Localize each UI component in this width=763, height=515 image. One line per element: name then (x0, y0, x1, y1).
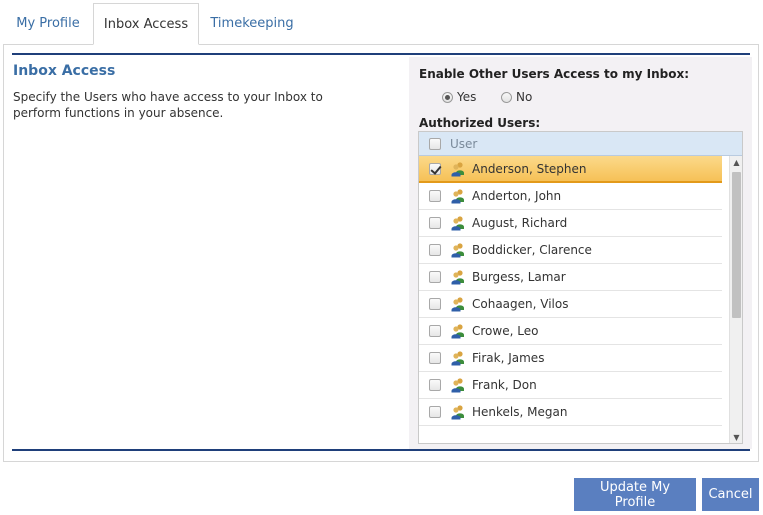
radio-no-label: No (516, 90, 533, 104)
scroll-thumb[interactable] (732, 172, 741, 318)
radio-no-option[interactable]: No (501, 90, 532, 104)
users-group-icon (450, 215, 466, 231)
user-row-checkbox[interactable] (429, 298, 441, 310)
tab-inbox-access[interactable]: Inbox Access (93, 3, 199, 45)
user-name: August, Richard (472, 216, 568, 230)
column-header-user[interactable]: User (450, 137, 477, 151)
users-group-icon (450, 377, 466, 393)
users-group-icon (450, 404, 466, 420)
radio-yes-label: Yes (457, 90, 477, 104)
user-row[interactable]: Firak, James (419, 345, 722, 372)
divider-bottom (12, 449, 750, 451)
section-description: Specify the Users who have access to you… (13, 90, 323, 120)
radio-yes[interactable] (442, 91, 453, 103)
authorized-users-grid: User Anderson, Stephen Anderton, John Augu… (418, 131, 743, 444)
user-name: Burgess, Lamar (472, 270, 566, 284)
user-row-checkbox[interactable] (429, 325, 441, 337)
tab-bar: My Profile Inbox Access Timekeeping (3, 3, 759, 45)
user-row-checkbox[interactable] (429, 352, 441, 364)
user-name: Boddicker, Clarence (472, 243, 592, 257)
divider-top (12, 53, 750, 55)
inbox-access-panel: Inbox Access Specify the Users who have … (3, 44, 759, 462)
user-row-checkbox[interactable] (429, 244, 441, 256)
user-name: Anderson, Stephen (472, 161, 587, 176)
user-row[interactable]: Boddicker, Clarence (419, 237, 722, 264)
grid-header: User (419, 132, 742, 156)
section-title: Inbox Access (13, 63, 116, 79)
update-profile-button[interactable]: Update My Profile (574, 478, 696, 511)
section-info: Inbox Access Specify the Users who have … (13, 63, 393, 121)
users-group-icon (450, 350, 466, 366)
user-name: Frank, Don (472, 378, 537, 392)
user-row[interactable]: Cohaagen, Vilos (419, 291, 722, 318)
tab-timekeeping[interactable]: Timekeeping (201, 3, 303, 45)
scroll-down-arrow-icon[interactable]: ▼ (730, 431, 742, 443)
users-group-icon (450, 188, 466, 204)
user-row-checkbox[interactable] (429, 217, 441, 229)
select-all-checkbox[interactable] (429, 137, 441, 150)
user-name: Crowe, Leo (472, 324, 539, 338)
user-row-checkbox[interactable] (429, 379, 441, 391)
authorized-users-label: Authorized Users: (419, 116, 541, 130)
users-group-icon (450, 242, 466, 258)
user-name: Firak, James (472, 351, 545, 365)
user-row[interactable]: Frank, Don (419, 372, 722, 399)
user-row-checkbox[interactable] (429, 162, 441, 175)
user-row[interactable]: Anderson, Stephen (419, 156, 722, 183)
tab-my-profile[interactable]: My Profile (7, 3, 89, 45)
grid-body: Anderson, Stephen Anderton, John August, R… (419, 156, 742, 443)
enable-access-label: Enable Other Users Access to my Inbox: (419, 67, 689, 81)
user-row[interactable]: Crowe, Leo (419, 318, 722, 345)
user-row-checkbox[interactable] (429, 271, 441, 283)
user-row-checkbox[interactable] (429, 406, 441, 418)
user-row[interactable]: Henkels, Megan (419, 399, 722, 426)
users-group-icon (450, 269, 466, 285)
users-group-icon (450, 296, 466, 312)
user-row[interactable]: Anderton, John (419, 183, 722, 210)
grid-scrollbar[interactable]: ▲ ▼ (729, 156, 742, 443)
radio-no[interactable] (501, 91, 512, 103)
users-group-icon (450, 161, 466, 177)
cancel-button[interactable]: Cancel (702, 478, 759, 511)
radio-yes-option[interactable]: Yes (442, 90, 476, 104)
user-row[interactable]: Burgess, Lamar (419, 264, 722, 291)
user-row-checkbox[interactable] (429, 190, 441, 202)
access-settings: Enable Other Users Access to my Inbox: Y… (409, 57, 752, 449)
user-name: Anderton, John (472, 189, 562, 203)
user-row[interactable]: August, Richard (419, 210, 722, 237)
user-name: Henkels, Megan (472, 405, 568, 419)
users-group-icon (450, 323, 466, 339)
user-rows: Anderson, Stephen Anderton, John August, R… (419, 156, 722, 426)
scroll-up-arrow-icon[interactable]: ▲ (730, 156, 742, 169)
user-name: Cohaagen, Vilos (472, 297, 569, 311)
